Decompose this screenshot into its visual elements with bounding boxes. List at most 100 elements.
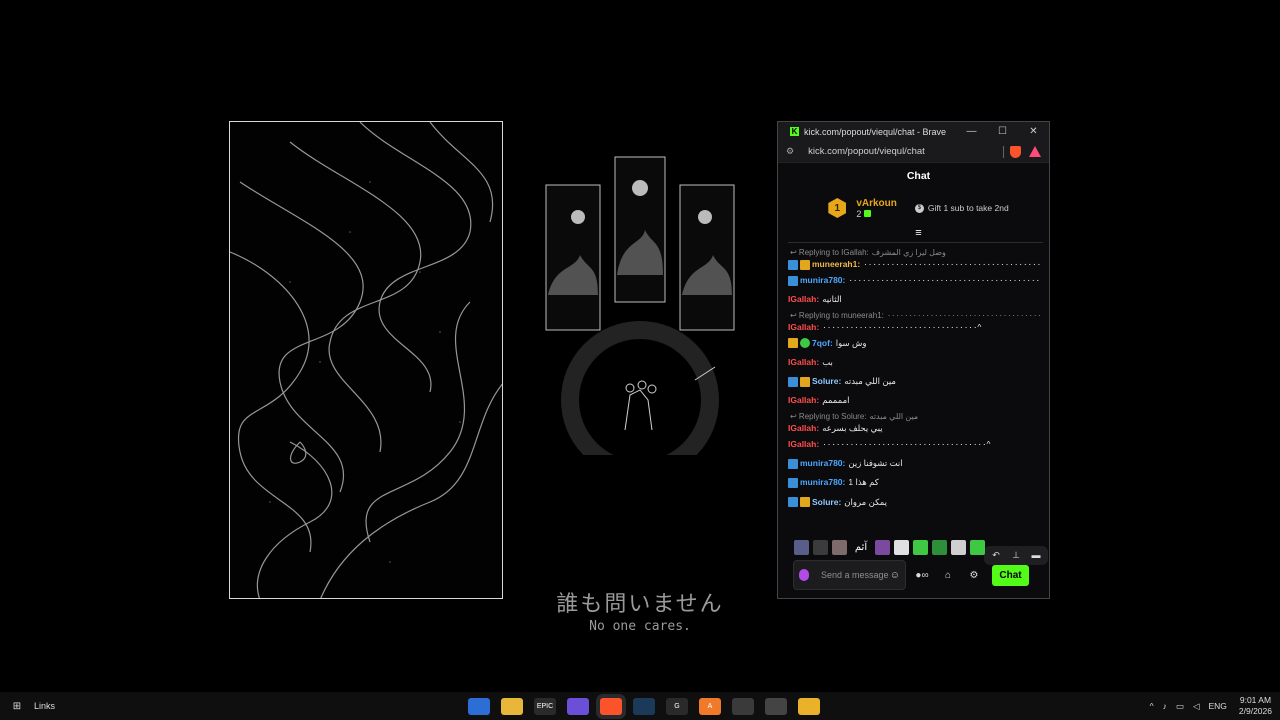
brave-shields-icon[interactable]	[1010, 145, 1021, 158]
title-bar[interactable]: K kick.com/popout/viequl/chat - Brave — …	[778, 122, 1049, 141]
steelseries-icon[interactable]	[732, 697, 754, 715]
reply-target: ↩ Replying to Solure:	[790, 411, 867, 421]
emote-6[interactable]	[894, 539, 909, 555]
chat-message[interactable]: muneerah1:عاليه شغلك ٠٠٠٠٠٠٠٠٠٠٠٠٠٠٠٠٠٠٠…	[788, 258, 1041, 271]
verified-badge-icon	[788, 497, 798, 508]
reply-context[interactable]: ↩ Replying to Solure: مين اللي مبدته	[788, 411, 1041, 422]
chat-message[interactable]: IGallah: ٠٠٠٠٠٠٠٠٠٠٠٠٠٠٠٠٠٠٠٠٠٠٠٠٠٠٠٠٠٠٠٠…	[788, 435, 1041, 454]
crown-badge-icon	[800, 376, 810, 387]
epic-games-icon[interactable]: EPIC	[534, 697, 556, 715]
chat-username[interactable]: munira780:	[800, 473, 845, 492]
g-app-icon[interactable]: G	[666, 697, 688, 715]
chat-message[interactable]: Solure: مين اللي مبدته	[788, 372, 1041, 391]
emote-7[interactable]	[913, 539, 928, 555]
brave-icon[interactable]	[600, 697, 622, 715]
emote-2[interactable]	[813, 539, 828, 555]
network-icon[interactable]: ▭	[1176, 701, 1184, 712]
chat-username[interactable]: Solure:	[812, 372, 841, 391]
minimize-button[interactable]: —	[956, 126, 987, 137]
chat-message[interactable]: Solure: يمكن مروان	[788, 493, 1041, 512]
window-title: kick.com/popout/viequl/chat - Brave	[804, 126, 947, 137]
site-settings-icon[interactable]: ⚙	[786, 146, 794, 157]
browser-window[interactable]: K kick.com/popout/viequl/chat - Brave — …	[777, 121, 1050, 599]
close-button[interactable]: ✕	[1018, 126, 1049, 137]
chat-message[interactable]: IGallah: اممممم	[788, 391, 1041, 410]
reply-context[interactable]: ↩ Replying to IGallah: وضل ليرا زي المشرف	[788, 247, 1041, 258]
steam-icon[interactable]	[633, 697, 655, 715]
emote-4[interactable]: آثم	[851, 539, 871, 555]
volume-icon[interactable]: ◁	[1193, 701, 1200, 712]
chat-username[interactable]: munira780:	[800, 271, 845, 290]
reply-text: ٠٠٠٠٠٠٠٠٠٠٠٠٠٠٠٠٠٠٠٠٠٠٠٠٠٠٠٠٠٠٠٠٠٠٠٠^ ..…	[886, 310, 1041, 320]
emote-bar[interactable]: آثم	[794, 536, 1039, 558]
top-gifter-bar[interactable]: 1 vArkoun 2 $ Gift 1 sub to take 2nd	[788, 188, 1049, 228]
emote-8[interactable]	[932, 539, 947, 555]
language-indicator[interactable]: ENG	[1208, 701, 1226, 711]
links-toolbar[interactable]: Links	[34, 701, 55, 711]
verified-badge-icon	[788, 376, 798, 387]
address-bar[interactable]: ⚙ kick.com/popout/viequl/chat	[778, 141, 1049, 163]
chrome-icon[interactable]	[798, 697, 820, 715]
verified-badge-icon	[788, 478, 798, 489]
clock[interactable]: 9:01 AM 2/9/2026	[1239, 695, 1272, 717]
emote-3[interactable]	[832, 539, 847, 555]
chat-message[interactable]: IGallah: يبي يحلف بسرعه	[788, 422, 1041, 435]
gift-icon: $	[914, 203, 924, 213]
chat-username[interactable]: IGallah:	[788, 435, 819, 454]
message-placeholder[interactable]: Send a message	[821, 570, 890, 580]
a-app-icon[interactable]: A	[699, 697, 721, 715]
shrine-illustration	[545, 156, 735, 479]
chat-divider	[788, 242, 1043, 243]
message-list[interactable]: ↩ Replying to IGallah: وضل ليرا زي المشرف…	[788, 247, 1049, 527]
chat-message[interactable]: IGallah: ٠٠٠٠٠٠٠٠٠٠٠٠٠٠٠٠٠٠٠٠٠٠٠٠٠٠٠٠٠٠٠٠…	[788, 321, 1041, 334]
chat-username[interactable]: IGallah:	[788, 422, 819, 435]
chat-username[interactable]: muneerah1:	[812, 258, 860, 271]
maximize-button[interactable]: ☐	[987, 126, 1018, 137]
file-explorer-icon[interactable]	[501, 697, 523, 715]
obs-icon[interactable]	[765, 697, 787, 715]
microphone-icon[interactable]	[799, 569, 809, 581]
chat-username[interactable]: IGallah:	[788, 290, 819, 309]
chat-username[interactable]: 7qof:	[812, 334, 833, 353]
chat-message[interactable]: munira780: كم هذا 1	[788, 473, 1041, 492]
filter-icon[interactable]: ≡	[788, 228, 1049, 240]
points-icon[interactable]: ●∞	[912, 570, 932, 581]
flowing-lines-art	[230, 122, 502, 598]
chat-message-text: كم هذا 1	[848, 477, 879, 488]
kick-logo-icon: K	[790, 127, 799, 136]
gifter-name[interactable]: vArkoun	[856, 198, 897, 209]
chat-message[interactable]: munira780: انت تشوفنا زين	[788, 454, 1041, 473]
send-chat-button[interactable]: Chat	[992, 564, 1029, 586]
chat-message[interactable]: 7qof: وش سوا	[788, 334, 1041, 353]
chat-app-icon[interactable]	[567, 697, 589, 715]
reply-context[interactable]: ↩ Replying to muneerah1: ٠٠٠٠٠٠٠٠٠٠٠٠٠٠٠٠…	[788, 310, 1041, 321]
emote-5[interactable]	[875, 539, 890, 555]
emoji-icon[interactable]: ☺	[890, 570, 900, 581]
chat-username[interactable]: munira780:	[800, 454, 845, 473]
chat-message[interactable]: IGallah: الثانيه	[788, 290, 1041, 309]
message-input[interactable]: Send a message ☺	[793, 560, 906, 590]
settings-icon[interactable]: ⚙	[964, 570, 984, 581]
speaker-icon[interactable]: ♪	[1163, 701, 1167, 711]
chat-username[interactable]: IGallah:	[788, 391, 819, 410]
chat-message-text: اممممم	[822, 395, 850, 406]
windows-start-icon[interactable]: ⊞	[2, 701, 32, 712]
chat-username[interactable]: Solure:	[812, 493, 841, 512]
emote-9[interactable]	[951, 539, 966, 555]
chevron-up-icon[interactable]: ^	[1150, 701, 1154, 711]
emote-10[interactable]	[970, 539, 985, 555]
url-text[interactable]: kick.com/popout/viequl/chat	[808, 146, 1003, 157]
store-icon[interactable]	[468, 697, 490, 715]
brave-rewards-icon[interactable]	[1029, 146, 1041, 157]
chat-username[interactable]: IGallah:	[788, 353, 819, 372]
chat-username[interactable]: IGallah:	[788, 321, 819, 334]
chat-message[interactable]: munira780: ٠٠٠٠٠٠٠٠٠٠٠٠٠٠٠٠٠٠٠٠٠٠٠٠٠٠٠٠٠٠…	[788, 271, 1041, 290]
gift-sub-button[interactable]: $ Gift 1 sub to take 2nd	[914, 203, 1009, 213]
chat-message[interactable]: IGallah: بب	[788, 353, 1041, 372]
address-separator	[1003, 145, 1004, 158]
wallpaper-japanese-text: 誰も問いません	[556, 592, 724, 617]
store-icon[interactable]: ⌂	[938, 570, 958, 581]
emote-1[interactable]	[794, 539, 809, 555]
reply-text: مين اللي مبدته	[869, 411, 919, 421]
chat-message-text: يبي يحلف بسرعه	[822, 422, 883, 433]
